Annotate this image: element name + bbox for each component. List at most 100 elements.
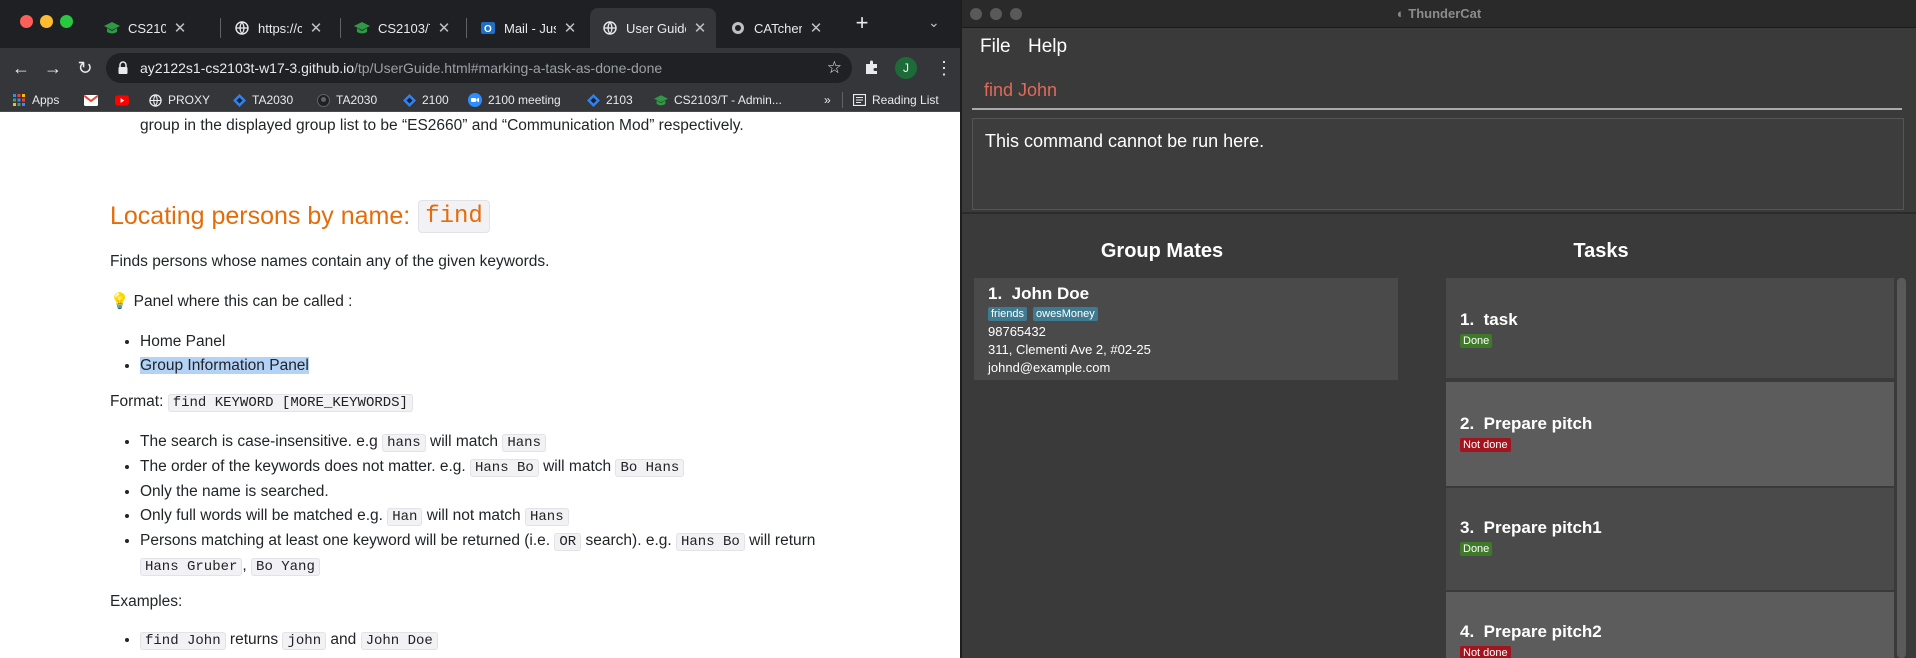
- task-name: 3. Prepare pitch1: [1460, 518, 1602, 537]
- address-bar[interactable]: ay2122s1-cs2103t-w17-3.github.io/tp/User…: [106, 53, 852, 83]
- minimize-window-button[interactable]: [40, 15, 53, 28]
- menu-help[interactable]: Help: [1028, 36, 1067, 58]
- tab-title: CATcher 3: [754, 20, 802, 36]
- tag-friends: friends: [988, 307, 1028, 321]
- task-name: 2. Prepare pitch: [1460, 414, 1593, 433]
- close-window-button[interactable]: [20, 15, 33, 28]
- user-guide-page: group in the displayed group list to be …: [0, 112, 960, 658]
- gmail-icon: [84, 93, 98, 107]
- forward-arrow-icon[interactable]: →: [42, 57, 64, 79]
- list-item: Home Panel: [140, 330, 309, 354]
- bookmark-ta2030-github[interactable]: TA2030: [316, 91, 377, 109]
- task-card[interactable]: 1. task Done: [1446, 278, 1894, 378]
- task-status-badge: Done: [1460, 542, 1493, 556]
- bookmark-2103[interactable]: 2103: [586, 91, 633, 109]
- bookmark-2100[interactable]: 2100: [402, 91, 449, 109]
- bookmarks-overflow-button[interactable]: »: [824, 91, 831, 109]
- bookmark-star-icon[interactable]: ☆: [827, 58, 842, 78]
- close-tab-icon[interactable]: ✕: [436, 19, 452, 37]
- bookmark-youtube[interactable]: [115, 91, 135, 109]
- heading-code: find: [418, 200, 490, 233]
- command-input[interactable]: [984, 78, 1884, 102]
- list-item: find John returns john and John Doe: [140, 628, 438, 653]
- back-arrow-icon[interactable]: ←: [10, 57, 32, 79]
- person-tags: friends owesMoney: [988, 305, 1104, 321]
- find-description: Finds persons whose names contain any of…: [110, 253, 550, 270]
- list-item: Persons matching at least one keyword wi…: [140, 529, 830, 579]
- apps-grid-icon: [12, 93, 26, 107]
- graduation-cap-icon: [104, 20, 120, 36]
- tab-title: CS2103/T: [128, 20, 166, 36]
- group-mates-header: Group Mates: [1100, 240, 1224, 262]
- rules-list: The search is case-insensitive. e.g hans…: [110, 430, 830, 579]
- close-tab-icon[interactable]: ✕: [562, 19, 578, 37]
- bookmark-cs2103-admin[interactable]: CS2103/T - Admin...: [654, 91, 782, 109]
- url-domain: ay2122s1-cs2103t-w17-3.github.io: [140, 60, 355, 76]
- menu-file[interactable]: File: [980, 36, 1011, 58]
- bookmark-label: TA2030: [336, 93, 378, 107]
- bookmark-label: 2100: [422, 93, 449, 107]
- bookmarks-bar: Apps PROXY TA2030 TA2030 2100 2100 meeti…: [0, 88, 960, 112]
- thundercat-titlebar: ◐ ThunderCat: [962, 0, 1916, 28]
- fullscreen-window-button[interactable]: [60, 15, 73, 28]
- result-display: This command cannot be run here.: [972, 118, 1904, 210]
- svg-text:O: O: [484, 24, 492, 35]
- bookmark-gmail[interactable]: [84, 91, 104, 109]
- list-item: Only the name is searched.: [140, 480, 830, 504]
- bookmark-apps[interactable]: Apps: [12, 91, 59, 109]
- reload-icon[interactable]: ↻: [74, 57, 96, 79]
- bookmark-ta2030-jira[interactable]: TA2030: [232, 91, 293, 109]
- close-tab-icon[interactable]: ✕: [808, 19, 824, 37]
- tab-cs2103-2[interactable]: CS2103/T ✕: [342, 8, 460, 48]
- github-icon: [316, 93, 330, 107]
- bookmark-label: CS2103/T - Admin...: [674, 93, 782, 107]
- result-message: This command cannot be run here.: [985, 131, 1265, 151]
- heading-text: Locating persons by name:: [110, 202, 411, 230]
- format-code: find KEYWORD [MORE_KEYWORDS]: [167, 394, 413, 412]
- url-text: ay2122s1-cs2103t-w17-3.github.io/tp/User…: [140, 60, 662, 76]
- youtube-icon: [115, 93, 129, 107]
- extensions-puzzle-icon[interactable]: [864, 59, 880, 79]
- tasks-header: Tasks: [1573, 240, 1629, 262]
- catcher-icon: [730, 20, 746, 36]
- task-status-badge: Not done: [1460, 438, 1511, 452]
- task-card[interactable]: 4. Prepare pitch2 Not done: [1446, 592, 1894, 658]
- tab-title: Mail - Just: [504, 20, 556, 36]
- tab-cs2103-1[interactable]: CS2103/T ✕: [92, 8, 196, 48]
- selected-text: Group Information Panel: [140, 357, 309, 374]
- profile-avatar[interactable]: J: [895, 57, 917, 79]
- reading-list-button[interactable]: Reading List: [852, 91, 939, 109]
- new-tab-button[interactable]: +: [850, 12, 874, 36]
- tab-strip: CS2103/T ✕ https://co ✕ CS2103/T ✕ O Mai…: [0, 0, 960, 48]
- tab-https-co[interactable]: https://co ✕: [222, 8, 332, 48]
- bookmark-proxy[interactable]: PROXY: [148, 91, 210, 109]
- tab-search-chevron-icon[interactable]: ⌄: [928, 14, 940, 31]
- menu-bar: File Help: [962, 28, 1916, 64]
- more-menu-icon[interactable]: ⋮: [935, 57, 953, 79]
- bookmark-label: 2100 meeting: [488, 93, 561, 107]
- tag-owesmoney: owesMoney: [1033, 307, 1098, 321]
- task-status-badge: Not done: [1460, 646, 1511, 658]
- globe-icon: [148, 93, 162, 107]
- tab-title: User Guide: [626, 20, 686, 36]
- close-tab-icon[interactable]: ✕: [692, 19, 708, 37]
- task-status-badge: Done: [1460, 334, 1493, 348]
- task-list-scrollbar[interactable]: [1897, 278, 1906, 658]
- tab-catcher[interactable]: CATcher 3 ✕: [718, 8, 832, 48]
- close-tab-icon[interactable]: ✕: [308, 19, 324, 37]
- close-tab-icon[interactable]: ✕: [172, 19, 188, 37]
- tab-user-guide[interactable]: User Guide ✕: [590, 8, 716, 48]
- graduation-cap-icon: [654, 93, 668, 107]
- tab-mail[interactable]: O Mail - Just ✕: [468, 8, 586, 48]
- person-card[interactable]: 1. John Doe friends owesMoney 98765432 31…: [974, 278, 1398, 380]
- bookmark-2100-meeting[interactable]: 2100 meeting: [468, 91, 561, 109]
- jira-icon: [232, 93, 246, 107]
- lightbulb-icon: 💡: [110, 293, 130, 310]
- section-heading-find: Locating persons by name: find: [110, 200, 490, 233]
- task-card[interactable]: 2. Prepare pitch Not done: [1446, 382, 1894, 486]
- app-title: ◐ ThunderCat: [1396, 6, 1482, 21]
- jira-icon: [586, 93, 600, 107]
- task-card[interactable]: 3. Prepare pitch1 Done: [1446, 488, 1894, 590]
- list-item: Group Information Panel: [140, 354, 309, 378]
- previous-paragraph-tail: group in the displayed group list to be …: [140, 117, 744, 134]
